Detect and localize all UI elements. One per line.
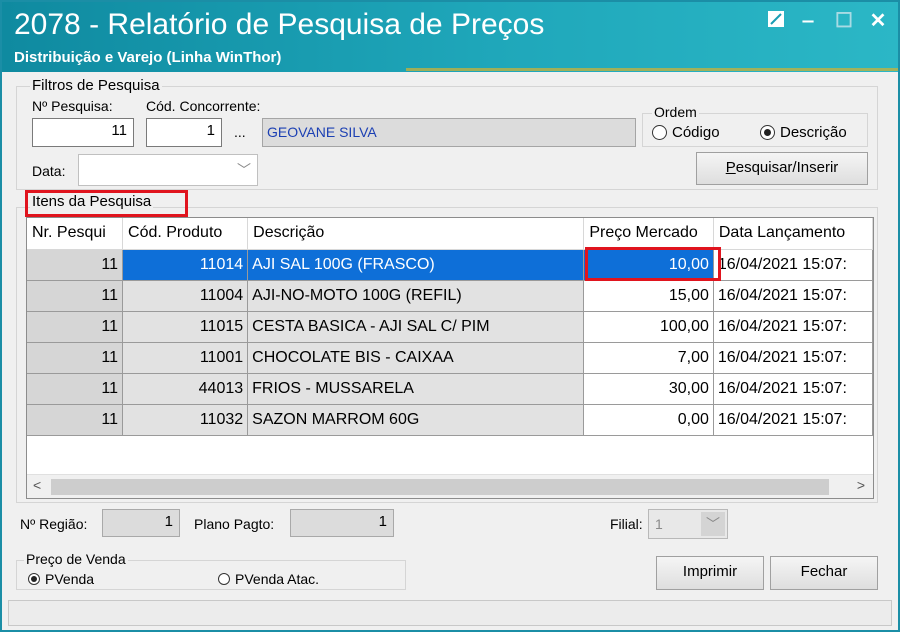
col-header-cod-produto[interactable]: Cód. Produto [122,218,249,250]
col-header-data-lancamento[interactable]: Data Lançamento [713,218,873,250]
search-insert-label: Pesquisar/Inserir [725,159,839,176]
pvenda-label: PVenda [45,571,95,587]
ordem-codigo-label: Código [672,124,720,141]
title-bar-accent [406,68,898,71]
table-header-row: Nr. Pesqui Cód. Produto Descrição Preço … [27,218,873,250]
cell-preco-mercado[interactable]: 100,00 [583,311,714,343]
cell-data-lancamento[interactable]: 16/04/2021 15:07: [713,373,873,405]
cell-nr-pesquisa[interactable]: 11 [27,311,124,343]
title-bar[interactable]: 2078 - Relatório de Pesquisa de Preços D… [2,2,898,72]
cell-nr-pesquisa[interactable]: 11 [27,249,124,281]
cell-cod-produto[interactable]: 11014 [122,249,249,281]
plano-label: Plano Pagto: [194,516,275,532]
ordem-descricao-radio[interactable]: Descrição [760,124,847,141]
cell-cod-produto[interactable]: 11004 [122,280,249,312]
cell-data-lancamento[interactable]: 16/04/2021 15:07: [713,404,873,436]
app-window: 2078 - Relatório de Pesquisa de Preços D… [0,0,900,632]
plano-field: 1 [290,509,394,537]
window-title: 2078 - Relatório de Pesquisa de Preços [14,8,545,41]
cell-preco-mercado[interactable]: 0,00 [583,404,714,436]
status-bar [8,600,892,626]
cell-cod-produto[interactable]: 11015 [122,311,249,343]
cell-descricao[interactable]: SAZON MARROM 60G [247,404,585,436]
preco-venda-group-label: Preço de Venda [24,551,128,567]
cell-nr-pesquisa[interactable]: 11 [27,280,124,312]
cell-preco-mercado[interactable]: 7,00 [583,342,714,374]
data-label: Data: [32,163,66,179]
radio-off-icon [218,573,230,585]
scrollbar-thumb[interactable] [51,479,829,495]
ordem-descricao-label: Descrição [780,124,847,141]
pvenda-radio[interactable]: PVenda [28,571,94,587]
col-header-preco-mercado[interactable]: Preço Mercado [583,218,714,250]
maximize-icon[interactable]: ☐ [832,10,856,34]
ordem-codigo-radio[interactable]: Código [652,124,720,141]
cell-descricao[interactable]: AJI SAL 100G (FRASCO) [247,249,585,281]
cell-cod-produto[interactable]: 44013 [122,373,249,405]
radio-off-icon [652,125,667,140]
cell-cod-produto[interactable]: 11001 [122,342,249,374]
concorrente-input[interactable]: 1 [146,118,222,147]
chevron-down-icon[interactable]: ﹀ [237,160,251,180]
cell-descricao[interactable]: CESTA BASICA - AJI SAL C/ PIM [247,311,585,343]
regiao-field: 1 [102,509,180,537]
cell-data-lancamento[interactable]: 16/04/2021 15:07: [713,342,873,374]
regiao-label: Nº Região: [20,516,88,532]
col-header-descricao[interactable]: Descrição [247,218,585,250]
cell-nr-pesquisa[interactable]: 11 [27,342,124,374]
minimize-icon[interactable]: ‒ [796,10,820,34]
data-date-picker[interactable]: ﹀ [78,154,258,186]
col-header-nr-pesquisa[interactable]: Nr. Pesqui [27,218,124,250]
cell-nr-pesquisa[interactable]: 11 [27,404,124,436]
close-label: Fechar [800,563,848,580]
cell-nr-pesquisa[interactable]: 11 [27,373,124,405]
search-insert-button[interactable]: Pesquisar/Inserir [696,152,868,185]
table-row[interactable]: 11 44013 FRIOS - MUSSARELA 30,00 16/04/2… [27,373,873,405]
cell-data-lancamento[interactable]: 16/04/2021 15:07: [713,311,873,343]
table-row[interactable]: 11 11015 CESTA BASICA - AJI SAL C/ PIM 1… [27,311,873,343]
table-row[interactable]: 11 11004 AJI-NO-MOTO 100G (REFIL) 15,00 … [27,280,873,312]
concorrente-lookup-button[interactable]: ... [234,124,246,140]
close-icon[interactable]: ✕ [866,10,890,34]
items-grid[interactable]: Nr. Pesqui Cód. Produto Descrição Preço … [26,217,874,499]
price-cell-highlight [585,247,721,281]
window-subtitle: Distribuição e Varejo (Linha WinThor) [14,49,282,66]
radio-on-icon [760,125,775,140]
cell-descricao[interactable]: FRIOS - MUSSARELA [247,373,585,405]
cell-descricao[interactable]: AJI-NO-MOTO 100G (REFIL) [247,280,585,312]
cell-data-lancamento[interactable]: 16/04/2021 15:07: [713,249,873,281]
restore-icon[interactable] [764,10,788,34]
pesquisa-input[interactable]: 11 [32,118,134,147]
ordem-group-label: Ordem [652,104,699,120]
print-button[interactable]: Imprimir [656,556,764,590]
filial-label: Filial: [610,516,643,532]
concorrente-label: Cód. Concorrente: [146,98,261,114]
cell-preco-mercado[interactable]: 15,00 [583,280,714,312]
chevron-down-icon: ﹀ [701,512,725,536]
scroll-right-icon[interactable]: > [857,477,865,493]
filters-group-label: Filtros de Pesquisa [30,77,162,94]
pvenda-atac-label: PVenda Atac. [235,571,320,587]
items-label-highlight [25,190,188,217]
cell-cod-produto[interactable]: 11032 [122,404,249,436]
pesquisa-label: Nº Pesquisa: [32,98,113,114]
concorrente-name-field: GEOVANE SILVA [262,118,636,147]
cell-preco-mercado[interactable]: 30,00 [583,373,714,405]
scroll-left-icon[interactable]: < [33,477,41,493]
horizontal-scrollbar[interactable]: < > [27,474,873,498]
pvenda-atac-radio[interactable]: PVenda Atac. [218,571,319,587]
close-button[interactable]: Fechar [770,556,878,590]
table-row[interactable]: 11 11032 SAZON MARROM 60G 0,00 16/04/202… [27,404,873,436]
print-label: Imprimir [682,563,738,580]
cell-descricao[interactable]: CHOCOLATE BIS - CAIXAA [247,342,585,374]
filial-value: 1 [655,516,663,532]
items-table: Nr. Pesqui Cód. Produto Descrição Preço … [27,218,873,436]
table-row[interactable]: 11 11014 AJI SAL 100G (FRASCO) 10,00 16/… [27,249,873,281]
filial-select: 1 ﹀ [648,509,728,539]
radio-on-icon [28,573,40,585]
table-row[interactable]: 11 11001 CHOCOLATE BIS - CAIXAA 7,00 16/… [27,342,873,374]
cell-data-lancamento[interactable]: 16/04/2021 15:07: [713,280,873,312]
